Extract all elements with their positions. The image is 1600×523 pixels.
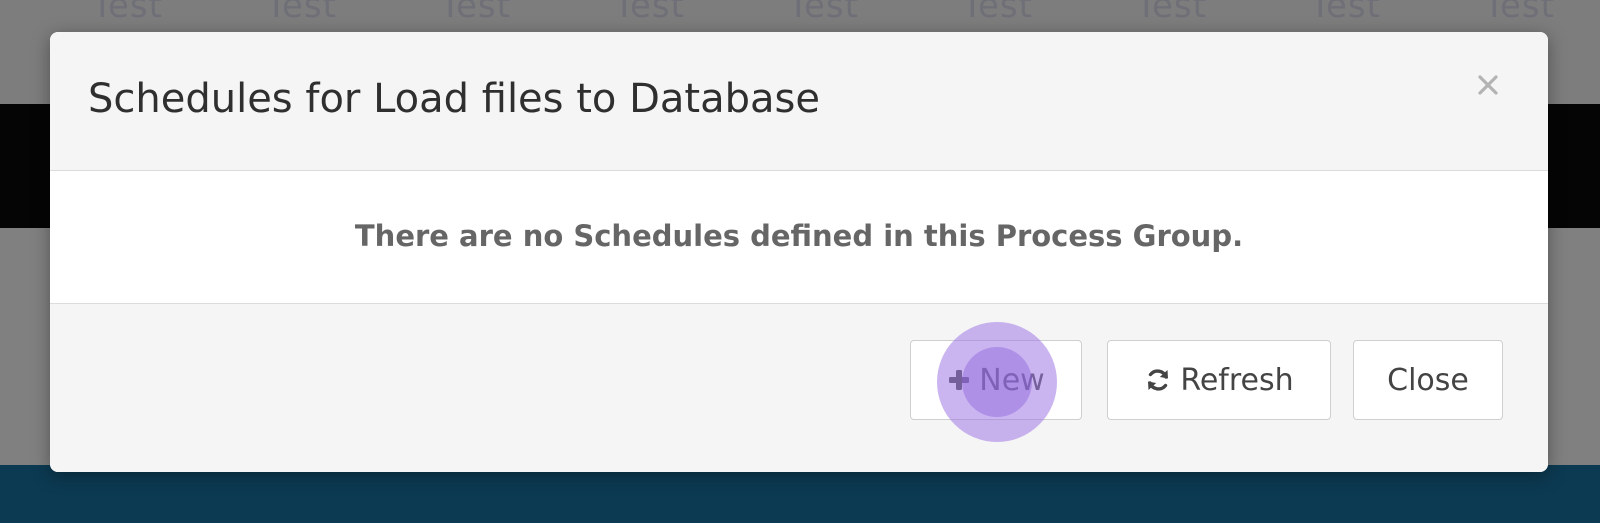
refresh-button[interactable]: Refresh — [1107, 340, 1331, 420]
close-button-label: Close — [1387, 362, 1469, 398]
new-button-label: New — [979, 362, 1045, 398]
close-icon[interactable] — [1468, 68, 1508, 108]
dialog-header: Schedules for Load files to Database — [50, 32, 1548, 171]
dialog-title: Schedules for Load files to Database — [88, 76, 820, 122]
dialog-footer: New Refresh Close — [50, 304, 1548, 472]
background-column-label: Test — [614, 0, 685, 26]
close-icon-glyph — [1478, 75, 1498, 95]
app-background: Test Test Test Test Test Test Test Test … — [0, 0, 1600, 523]
background-column-label: Test — [266, 0, 337, 26]
background-footer-band — [0, 465, 1600, 523]
empty-state-message: There are no Schedules defined in this P… — [354, 219, 1244, 253]
dialog-body: There are no Schedules defined in this P… — [50, 171, 1548, 304]
background-column-labels: Test Test Test Test Test Test Test Test … — [0, 0, 1600, 26]
schedules-dialog: Schedules for Load files to Database The… — [50, 32, 1548, 472]
background-column-label: Test — [1484, 0, 1555, 26]
refresh-icon — [1144, 366, 1172, 394]
background-column-label: Test — [1136, 0, 1207, 26]
close-button[interactable]: Close — [1353, 340, 1503, 420]
background-column-label: Test — [92, 0, 163, 26]
refresh-button-label: Refresh — [1180, 362, 1294, 398]
background-column-label: Test — [440, 0, 511, 26]
background-column-label: Test — [1310, 0, 1381, 26]
plus-icon — [947, 368, 971, 392]
background-column-label: Test — [788, 0, 859, 26]
new-schedule-button[interactable]: New — [910, 340, 1082, 420]
background-column-label: Test — [962, 0, 1033, 26]
